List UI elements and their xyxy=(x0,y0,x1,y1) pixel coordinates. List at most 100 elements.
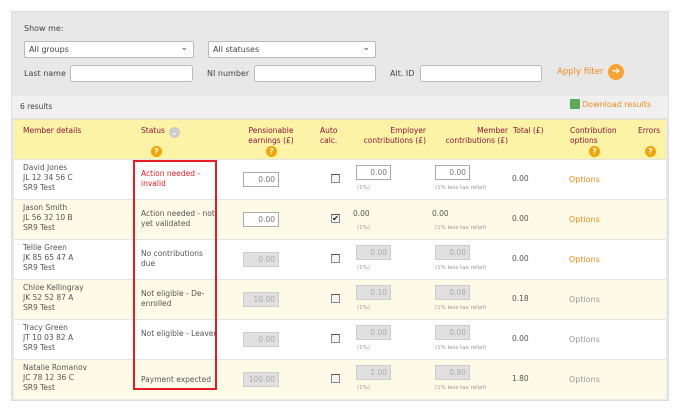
last-name-input[interactable] xyxy=(70,65,193,82)
member-group: SR9 Test xyxy=(23,303,55,312)
header-status: Status xyxy=(141,126,165,135)
member-details[interactable]: David Jones JL 12 34 56 C SR9 Test xyxy=(23,163,73,193)
member-name: Natalie Romanov xyxy=(23,363,88,372)
auto-calc-checkbox[interactable]: ✔ xyxy=(331,214,340,223)
table-row: David Jones JL 12 34 56 C SR9 Test Action … xyxy=(14,159,666,199)
help-icon[interactable]: ? xyxy=(151,146,162,157)
member-note: (1% less tax relief) xyxy=(435,265,487,271)
employer-note: (1%) xyxy=(357,265,371,271)
member-input: 0.08 xyxy=(435,285,470,300)
employer-input: 0.00 xyxy=(356,245,391,260)
status-select[interactable]: All statuses ⌄ xyxy=(208,41,376,58)
pensionable-input: 0.00 xyxy=(243,332,279,347)
member-note: (1% less tax relief) xyxy=(435,385,487,391)
total-value: 0.00 xyxy=(512,254,529,263)
ni-number: JT 10 03 82 A xyxy=(23,333,74,342)
auto-calc-checkbox[interactable] xyxy=(331,374,340,383)
options-link[interactable]: Options xyxy=(569,375,600,385)
help-icon[interactable]: ? xyxy=(589,146,600,157)
employer-note: (1%) xyxy=(357,305,371,311)
header-options: Contribution options xyxy=(570,126,617,145)
member-group: SR9 Test xyxy=(23,183,55,192)
ni-number: JL 56 32 10 B xyxy=(23,213,73,222)
options-link[interactable]: Options xyxy=(569,215,600,225)
ni-number-label: NI number xyxy=(207,69,250,78)
chevron-down-icon: ⌄ xyxy=(180,43,188,53)
member-details[interactable]: Jason Smith JL 56 32 10 B SR9 Test xyxy=(23,203,73,233)
member-name: David Jones xyxy=(23,163,68,172)
header-auto-calc: Auto calc. xyxy=(320,126,338,145)
header-member: Member details xyxy=(23,126,82,135)
member-details[interactable]: Tellie Green JK 85 65 47 A SR9 Test xyxy=(23,243,73,273)
employer-note: (1%) xyxy=(357,185,371,191)
table-header: Member details Status ⌄ ? Pensionable ea… xyxy=(14,119,666,159)
member-details[interactable]: Chloe Kellingray JK 52 52 87 A SR9 Test xyxy=(23,283,84,313)
results-bar: 6 results Download results xyxy=(12,96,668,118)
options-link[interactable]: Options xyxy=(569,335,600,345)
employer-note: (1%) xyxy=(357,225,371,231)
member-input[interactable]: 0.00 xyxy=(435,165,470,180)
member-name: Chloe Kellingray xyxy=(23,283,84,292)
member-input: 0.00 xyxy=(435,325,470,340)
last-name-label: Last name xyxy=(24,69,66,78)
member-group: SR9 Test xyxy=(23,383,55,392)
alt-id-label: Alt. ID xyxy=(390,69,415,78)
member-group: SR9 Test xyxy=(23,343,55,352)
group-select[interactable]: All groups ⌄ xyxy=(24,41,194,58)
employer-note: (1%) xyxy=(357,385,371,391)
employer-input: 0.10 xyxy=(356,285,391,300)
ni-number-input[interactable] xyxy=(254,65,376,82)
member-details[interactable]: Natalie Romanov JC 78 12 36 C SR9 Test xyxy=(23,363,87,393)
header-employer: Employer contributions (£) xyxy=(363,126,426,145)
total-value: 1.80 xyxy=(512,374,529,383)
apply-filter-link[interactable]: Apply filter xyxy=(557,67,603,77)
spreadsheet-icon[interactable] xyxy=(570,99,580,109)
header-member-contrib: Member contributions (£) xyxy=(445,126,508,145)
member-name: Tellie Green xyxy=(23,243,67,252)
employer-input[interactable]: 0.00 xyxy=(356,165,391,180)
header-errors: Errors xyxy=(638,126,661,135)
options-link[interactable]: Options xyxy=(569,295,600,305)
table-row: Natalie Romanov JC 78 12 36 C SR9 Test Pay… xyxy=(14,359,666,399)
options-link[interactable]: Options xyxy=(569,255,600,265)
member-group: SR9 Test xyxy=(23,263,55,272)
show-me-label: Show me: xyxy=(24,24,64,33)
auto-calc-checkbox[interactable] xyxy=(331,294,340,303)
members-panel: Show me: All groups ⌄ All statuses ⌄ Last … xyxy=(11,11,669,401)
member-input: 0.80 xyxy=(435,365,470,380)
sort-icon[interactable]: ⌄ xyxy=(169,127,180,138)
pensionable-input[interactable]: 0.00 xyxy=(243,212,279,227)
pensionable-input: 0.00 xyxy=(243,252,279,267)
auto-calc-checkbox[interactable] xyxy=(331,254,340,263)
employer-input: 1.00 xyxy=(356,365,391,380)
help-icon[interactable]: ? xyxy=(266,146,277,157)
table-row: Tellie Green JK 85 65 47 A SR9 Test No con… xyxy=(14,239,666,279)
auto-calc-checkbox[interactable] xyxy=(331,174,340,183)
member-note: (1% less tax relief) xyxy=(435,225,487,231)
member-input: 0.00 xyxy=(435,245,470,260)
total-value: 0.00 xyxy=(512,174,529,183)
options-link[interactable]: Options xyxy=(569,175,600,185)
members-table: Member details Status ⌄ ? Pensionable ea… xyxy=(14,119,666,399)
pensionable-input: 100.00 xyxy=(243,372,279,387)
total-value: 0.18 xyxy=(512,294,529,303)
member-name: Tracy Green xyxy=(23,323,68,332)
employer-note: (1%) xyxy=(357,345,371,351)
member-group: SR9 Test xyxy=(23,223,55,232)
auto-calc-checkbox[interactable] xyxy=(331,334,340,343)
status-select-value: All statuses xyxy=(213,45,260,54)
employer-input: 0.00 xyxy=(356,325,391,340)
member-details[interactable]: Tracy Green JT 10 03 82 A SR9 Test xyxy=(23,323,73,353)
help-icon[interactable]: ? xyxy=(645,146,656,157)
arrow-right-icon[interactable]: ➔ xyxy=(608,64,624,80)
member-value: 0.00 xyxy=(432,209,449,218)
member-note: (1% less tax relief) xyxy=(435,185,487,191)
download-results-link[interactable]: Download results xyxy=(582,100,651,109)
ni-number: JC 78 12 36 C xyxy=(23,373,74,382)
pensionable-input[interactable]: 0.00 xyxy=(243,172,279,187)
alt-id-input[interactable] xyxy=(420,65,542,82)
filter-area: Show me: All groups ⌄ All statuses ⌄ Last … xyxy=(12,12,668,96)
group-select-value: All groups xyxy=(29,45,69,54)
member-note: (1% less tax relief) xyxy=(435,305,487,311)
total-value: 0.00 xyxy=(512,214,529,223)
